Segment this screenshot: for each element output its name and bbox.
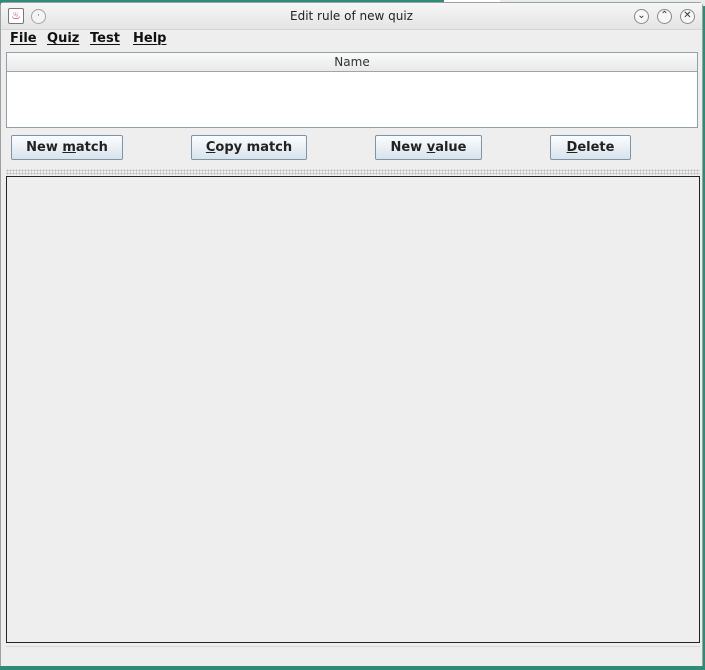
match-table[interactable]: Name — [6, 52, 698, 128]
new-value-button[interactable]: New value — [375, 135, 482, 160]
edit-rule-window: ♨ · Edit rule of new quiz ⌄ ⌃ ✕ File Qui… — [0, 2, 703, 668]
menu-help[interactable]: Help — [133, 31, 166, 46]
minimize-icon[interactable]: ⌄ — [634, 9, 649, 24]
desktop-background-bottom — [0, 666, 705, 670]
window-title: Edit rule of new quiz — [290, 9, 413, 23]
new-match-button[interactable]: New match — [11, 135, 123, 160]
delete-button[interactable]: Delete — [550, 135, 631, 160]
menu-quiz[interactable]: Quiz — [47, 31, 79, 46]
split-pane-divider[interactable] — [6, 169, 700, 175]
title-bar[interactable]: ♨ · Edit rule of new quiz ⌄ ⌃ ✕ — [1, 3, 702, 30]
column-header-name[interactable]: Name — [7, 53, 697, 72]
editor-panel[interactable] — [6, 176, 700, 643]
maximize-icon[interactable]: ⌃ — [657, 9, 672, 24]
status-bar — [6, 646, 700, 665]
copy-match-button[interactable]: Copy match — [191, 135, 307, 160]
menu-test[interactable]: Test — [90, 31, 120, 46]
menu-bar: File Quiz Test Help — [1, 29, 702, 49]
menu-file[interactable]: File — [10, 31, 37, 46]
close-icon[interactable]: ✕ — [680, 9, 695, 24]
